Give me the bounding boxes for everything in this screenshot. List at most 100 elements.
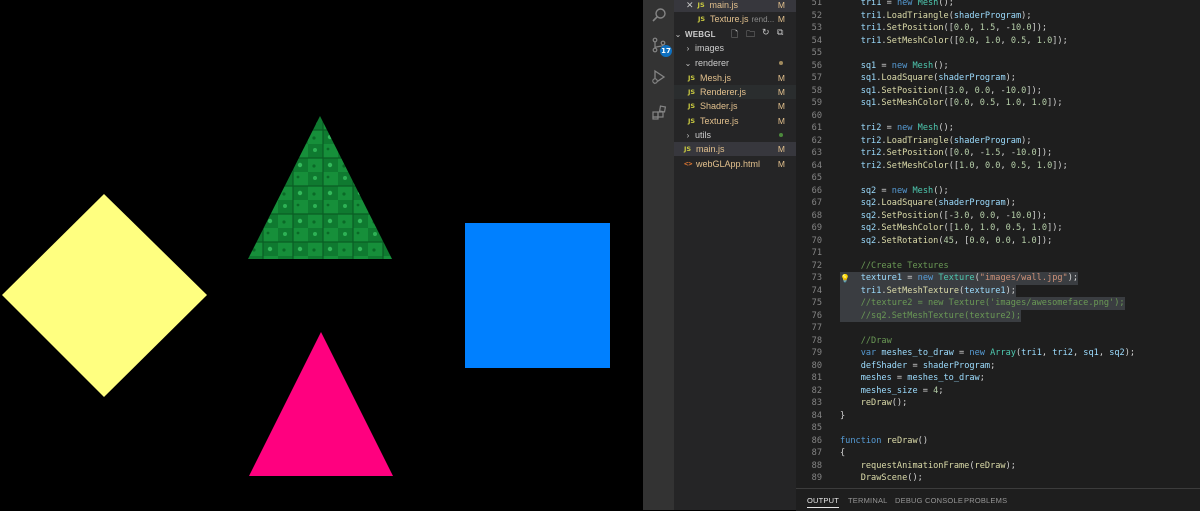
line-number: 52 — [811, 10, 822, 21]
line-number: 59 — [811, 98, 822, 108]
code-line[interactable]: 52 tri1.LoadTriangle(shaderProgram); — [796, 10, 1200, 23]
line-number: 85 — [811, 423, 822, 433]
code-line[interactable]: 79 var meshes_to_draw = new Array(tri1, … — [796, 347, 1200, 360]
code-line[interactable]: 82 meshes_size = 4; — [796, 385, 1200, 398]
git-status-dot — [779, 61, 783, 65]
tree-item-texture-js[interactable]: JS Texture.js M — [674, 114, 796, 128]
js-file-icon: JS — [697, 1, 705, 9]
code-line[interactable]: 73 texture1 = new Texture("images/wall.j… — [796, 272, 1200, 285]
code-line[interactable]: 60 — [796, 110, 1200, 123]
collapse-all-icon[interactable]: ⧉ — [777, 27, 783, 38]
code-line[interactable]: 83 reDraw(); — [796, 397, 1200, 410]
run-debug-icon[interactable] — [643, 62, 674, 92]
code-text: sq2.SetRotation(45, [0.0, 0.0, 1.0]); — [860, 235, 1053, 246]
code-line[interactable]: 89 DrawScene(); — [796, 472, 1200, 485]
open-editor-label: main.js — [709, 0, 739, 10]
tab-debug-console[interactable]: DEBUG CONSOLE — [895, 496, 963, 505]
tree-item-renderer-js[interactable]: JS Renderer.js M — [674, 85, 796, 99]
code-line[interactable]: 84} — [796, 410, 1200, 423]
code-editor[interactable]: 51 tri1 = new Mesh(); 52 tri1.LoadTriangl… — [796, 0, 1200, 488]
code-line[interactable]: 74 tri1.SetMeshTexture(texture1); — [796, 284, 1200, 297]
code-line[interactable]: 76 //sq2.SetMeshTexture(texture2); — [796, 309, 1200, 322]
open-editor-main-js[interactable]: ✕ JS main.js M — [674, 0, 796, 12]
code-line[interactable]: 62 tri2.LoadTriangle(shaderProgram); — [796, 135, 1200, 148]
code-text: } — [840, 410, 846, 421]
line-number: 71 — [811, 248, 822, 258]
code-line[interactable]: 65 — [796, 172, 1200, 185]
code-line[interactable]: 78 //Draw — [796, 335, 1200, 348]
code-line[interactable]: 53 tri1.SetPosition([0.0, 1.5, -10.0]); — [796, 22, 1200, 35]
code-line[interactable]: 68 sq2.SetPosition([-3.0, 0.0, -10.0]); — [796, 210, 1200, 223]
tree-item-mesh-js[interactable]: JS Mesh.js M — [674, 71, 796, 85]
code-text: sq1.LoadSquare(shaderProgram); — [860, 73, 1016, 83]
tab-terminal[interactable]: TERMINAL — [848, 496, 888, 505]
extensions-icon[interactable] — [643, 98, 674, 128]
code-line[interactable]: 55 — [796, 47, 1200, 60]
close-icon[interactable]: ✕ — [686, 0, 694, 11]
open-editor-texture-js[interactable]: JS Texture.js rend... M — [674, 12, 796, 26]
code-text: tri2.SetMeshColor([1.0, 0.0, 0.5, 1.0]); — [860, 160, 1068, 171]
code-text: defShader = shaderProgram; — [860, 360, 996, 371]
code-line[interactable]: 80 defShader = shaderProgram; — [796, 360, 1200, 373]
line-number: 57 — [811, 73, 822, 83]
tree-item-label: webGLApp.html — [696, 159, 761, 169]
explorer-panel: ✕ JS main.js M JS Texture.js rend... M ⌄… — [674, 0, 796, 510]
code-text: sq1.SetMeshColor([0.0, 0.5, 1.0, 1.0]); — [860, 98, 1063, 108]
code-line[interactable]: 51 tri1 = new Mesh(); — [796, 0, 1200, 10]
code-line[interactable]: 85 — [796, 422, 1200, 435]
open-editor-label: Texture.js — [710, 14, 749, 24]
code-line[interactable]: 69 sq2.SetMeshColor([1.0, 1.0, 0.5, 1.0]… — [796, 222, 1200, 235]
tree-item-webglapp-html[interactable]: <> webGLApp.html M — [674, 157, 796, 171]
code-line[interactable]: 71 — [796, 247, 1200, 260]
tree-item-images[interactable]: › images — [674, 41, 796, 55]
code-line[interactable]: 61 tri2 = new Mesh(); — [796, 122, 1200, 135]
code-line[interactable]: 54 tri1.SetMeshColor([0.0, 1.0, 0.5, 1.0… — [796, 35, 1200, 48]
line-number: 70 — [811, 235, 822, 246]
code-text: sq1.SetPosition([3.0, 0.0, -10.0]); — [860, 85, 1042, 96]
textured-triangle — [248, 116, 392, 259]
tree-item-label: Texture.js — [700, 116, 739, 126]
tree-item-shader-js[interactable]: JS Shader.js M — [674, 99, 796, 113]
code-line[interactable]: 66 sq2 = new Mesh(); — [796, 185, 1200, 198]
tab-problems[interactable]: PROBLEMS — [964, 496, 1007, 505]
refresh-icon[interactable]: ↻ — [762, 27, 770, 38]
code-line[interactable]: 63 tri2.SetPosition([0.0, -1.5, -10.0]); — [796, 147, 1200, 160]
tab-output[interactable]: OUTPUT — [807, 496, 840, 508]
code-line[interactable]: 88 requestAnimationFrame(reDraw); — [796, 460, 1200, 473]
workspace-section-header[interactable]: ⌄ WEBGL 🗋 🗀 ↻ ⧉ — [674, 27, 796, 41]
pink-triangle — [249, 332, 393, 476]
git-modified-badge: M — [777, 14, 785, 24]
code-line[interactable]: 67 sq2.LoadSquare(shaderProgram); — [796, 197, 1200, 210]
code-line[interactable]: 58 sq1.SetPosition([3.0, 0.0, -10.0]); — [796, 85, 1200, 98]
tree-item-main-js[interactable]: JS main.js M — [674, 142, 796, 156]
line-number: 74 — [811, 285, 822, 296]
tree-item-label: utils — [695, 130, 712, 140]
line-number: 56 — [811, 60, 822, 71]
search-icon[interactable] — [643, 0, 674, 30]
line-number: 61 — [811, 123, 822, 133]
code-line[interactable]: 77 — [796, 322, 1200, 335]
tree-item-utils[interactable]: › utils — [674, 128, 796, 142]
code-text: sq2.LoadSquare(shaderProgram); — [860, 198, 1016, 208]
tree-item-renderer[interactable]: ⌄ renderer — [674, 56, 796, 70]
code-line[interactable]: 87 { — [796, 447, 1200, 460]
line-number: 51 — [811, 0, 822, 8]
code-line[interactable]: 57 sq1.LoadSquare(shaderProgram); — [796, 72, 1200, 85]
line-number: 83 — [811, 398, 822, 408]
code-line[interactable]: 56 sq1 = new Mesh(); — [796, 60, 1200, 73]
line-number: 69 — [811, 223, 822, 233]
code-line[interactable]: 75 //texture2 = new Texture('images/awes… — [796, 297, 1200, 310]
tree-item-label: main.js — [696, 144, 725, 154]
code-line[interactable]: 70 sq2.SetRotation(45, [0.0, 0.0, 1.0]); — [796, 235, 1200, 248]
code-text: sq1 = new Mesh(); — [860, 60, 949, 71]
workspace-title: WEBGL — [685, 29, 716, 39]
tree-item-label: Shader.js — [700, 101, 738, 111]
line-number: 89 — [811, 473, 822, 483]
code-line[interactable]: 72 //Create Textures — [796, 260, 1200, 273]
code-line[interactable]: 59 sq1.SetMeshColor([0.0, 0.5, 1.0, 1.0]… — [796, 97, 1200, 110]
code-line[interactable]: 64 tri2.SetMeshColor([1.0, 0.0, 0.5, 1.0… — [796, 160, 1200, 173]
code-line[interactable]: 86 function reDraw() — [796, 435, 1200, 448]
line-number: 86 — [811, 435, 822, 446]
source-control-icon[interactable]: 17 — [643, 30, 674, 60]
code-line[interactable]: 81 meshes = meshes_to_draw; — [796, 372, 1200, 385]
